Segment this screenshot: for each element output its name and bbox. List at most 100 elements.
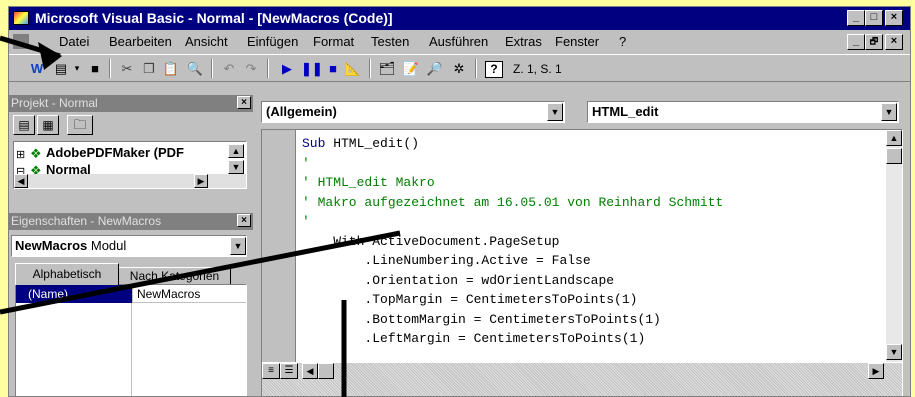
design-mode-icon[interactable]: 📐 [343,59,363,78]
view-code-icon[interactable]: ▤ [13,115,35,135]
tree-hscrollbar[interactable]: ◀ ▶ [14,174,246,188]
code-vscrollbar[interactable]: ▲ ▼ [886,130,902,362]
code-line[interactable]: With ActiveDocument.PageSetup [302,232,882,252]
title-bar[interactable]: Microsoft Visual Basic - Normal - [NewMa… [9,7,910,30]
view-word-icon[interactable]: W [27,59,47,78]
project-explorer-icon[interactable]: 🗂 [377,59,397,78]
code-line[interactable]: ' [302,154,882,174]
code-window: (Allgemein) ▼ HTML_edit ▼ Sub HTML_edit(… [257,95,910,396]
object-browser-icon[interactable]: 🔎 [425,59,445,78]
menu-bar: Datei Bearbeiten Ansicht Einfügen Format… [9,31,910,53]
copy-icon[interactable]: ❐ [139,59,159,78]
minimize-button[interactable]: _ [847,10,865,26]
menu-bearbeiten[interactable]: Bearbeiten [109,31,172,53]
child-minimize-button[interactable]: _ [847,34,865,50]
expand-icon[interactable]: ⊞ [16,148,25,161]
code-scroll-down[interactable]: ▼ [886,344,902,360]
full-module-view-icon[interactable]: ☰ [280,363,298,379]
object-selector[interactable]: NewMacros Modul ▼ [11,235,247,257]
procedure-combo-dropdown-icon[interactable]: ▼ [881,103,897,121]
tree-scroll-up[interactable]: ▲ [228,144,244,158]
menu-einfuegen[interactable]: Einfügen [247,31,298,53]
code-scroll-up[interactable]: ▲ [886,130,902,146]
menu-help[interactable]: ? [619,31,626,53]
code-line[interactable]: .BottomMargin = CentimetersToPoints(1) [302,310,882,330]
toolbar-separator [475,59,477,78]
code-line[interactable]: ' HTML_edit Makro [302,173,882,193]
project-tree: ⊞ ❖ AdobePDFMaker (PDF ⊟ ❖ Normal ▲ ▼ ◀ … [13,141,247,189]
code-line[interactable]: .TopMargin = CentimetersToPoints(1) [302,290,882,310]
toolbox-icon[interactable]: ✲ [449,59,469,78]
project-explorer-close-button[interactable]: × [237,96,251,109]
grid-divider [131,303,132,396]
vb-editor-window: Microsoft Visual Basic - Normal - [NewMa… [8,6,911,397]
undo-icon[interactable]: ↶ [219,59,239,78]
help-icon[interactable]: ? [485,61,503,78]
properties-window-icon[interactable]: 📝 [401,59,421,78]
object-dropdown-icon[interactable]: ▼ [230,237,246,255]
code-line[interactable]: ' Makro aufgezeichnet am 16.05.01 von Re… [302,193,882,213]
menu-datei[interactable]: Datei [59,31,89,53]
paste-icon[interactable]: 📋 [161,59,181,78]
vb-app-icon[interactable] [13,11,29,25]
menu-extras[interactable]: Extras [505,31,542,53]
tree-scroll-left[interactable]: ◀ [14,174,28,188]
project-icon: ❖ [30,146,42,161]
code-hscroll-thumb[interactable] [318,363,334,379]
toolbar-separator [109,59,111,78]
code-text[interactable]: Sub HTML_edit() ' ' HTML_edit Makro ' Makro… [302,134,882,362]
menu-fenster[interactable]: Fenster [555,31,599,53]
run-icon[interactable]: ▶ [277,59,297,78]
document-icon[interactable] [13,34,29,49]
margin-indicator-bar[interactable] [262,130,296,362]
code-pane[interactable]: Sub HTML_edit() ' ' HTML_edit Makro ' Makro… [261,129,903,396]
tree-scroll-right[interactable]: ▶ [194,174,208,188]
code-line[interactable]: ' [302,212,882,232]
maximize-button[interactable]: □ [865,10,883,26]
code-line[interactable]: .LineNumbering.Active = False [302,251,882,271]
tree-item-adobepdfmaker[interactable]: AdobePDFMaker (PDF [46,145,184,160]
child-restore-button[interactable]: 🗗 [865,34,883,50]
find-icon[interactable]: 🔍 [185,59,205,78]
toolbar-separator [267,59,269,78]
tree-scroll-down[interactable]: ▼ [228,160,244,174]
close-button[interactable]: × [885,10,903,26]
code-line[interactable]: .Orientation = wdOrientLandscape [302,271,882,291]
object-name: NewMacros [15,238,88,253]
pause-icon[interactable]: ❚❚ [301,59,323,78]
stop-icon[interactable]: ■ [323,59,343,78]
view-object-icon[interactable]: ▦ [37,115,59,135]
object-combo-dropdown-icon[interactable]: ▼ [547,103,563,121]
menu-ausfuehren[interactable]: Ausführen [429,31,488,53]
procedure-combo[interactable]: HTML_edit [587,101,899,123]
toolbar-separator [211,59,213,78]
toggle-folders-icon[interactable]: 🗀 [67,115,93,135]
child-close-button[interactable]: × [885,34,903,50]
tree-item-normal[interactable]: Normal [46,162,91,174]
cursor-position: Z. 1, S. 1 [513,62,562,76]
menu-testen[interactable]: Testen [371,31,409,53]
tab-nach-kategorien[interactable]: Nach Kategorien [119,267,231,285]
object-type: Modul [90,238,127,253]
menu-ansicht[interactable]: Ansicht [185,31,228,53]
code-scroll-left[interactable]: ◀ [302,363,318,379]
redo-icon[interactable]: ↷ [241,59,261,78]
toolbar-separator [369,59,371,78]
save-icon[interactable]: ■ [85,59,105,78]
procedure-view-icon[interactable]: ≡ [262,363,280,379]
code-scroll-thumb[interactable] [886,148,902,164]
properties-close-button[interactable]: × [237,214,251,227]
object-combo[interactable]: (Allgemein) [261,101,565,123]
code-scroll-right[interactable]: ▶ [868,363,884,379]
window-title: Microsoft Visual Basic - Normal - [NewMa… [35,10,393,26]
menu-format[interactable]: Format [313,31,354,53]
cut-icon[interactable]: ✂ [117,59,137,78]
insert-dropdown-icon[interactable]: ▾ [67,59,87,78]
property-value-cell[interactable]: NewMacros [132,285,246,303]
tab-alphabetisch[interactable]: Alphabetisch [15,263,119,285]
properties-title: Eigenschaften - NewMacros [9,213,253,230]
code-line[interactable]: Sub HTML_edit() [302,134,882,154]
properties-window: Eigenschaften - NewMacros × NewMacros Mo… [9,213,253,396]
code-line[interactable]: .LeftMargin = CentimetersToPoints(1) [302,329,882,349]
property-name-cell[interactable]: (Name) [16,285,132,303]
